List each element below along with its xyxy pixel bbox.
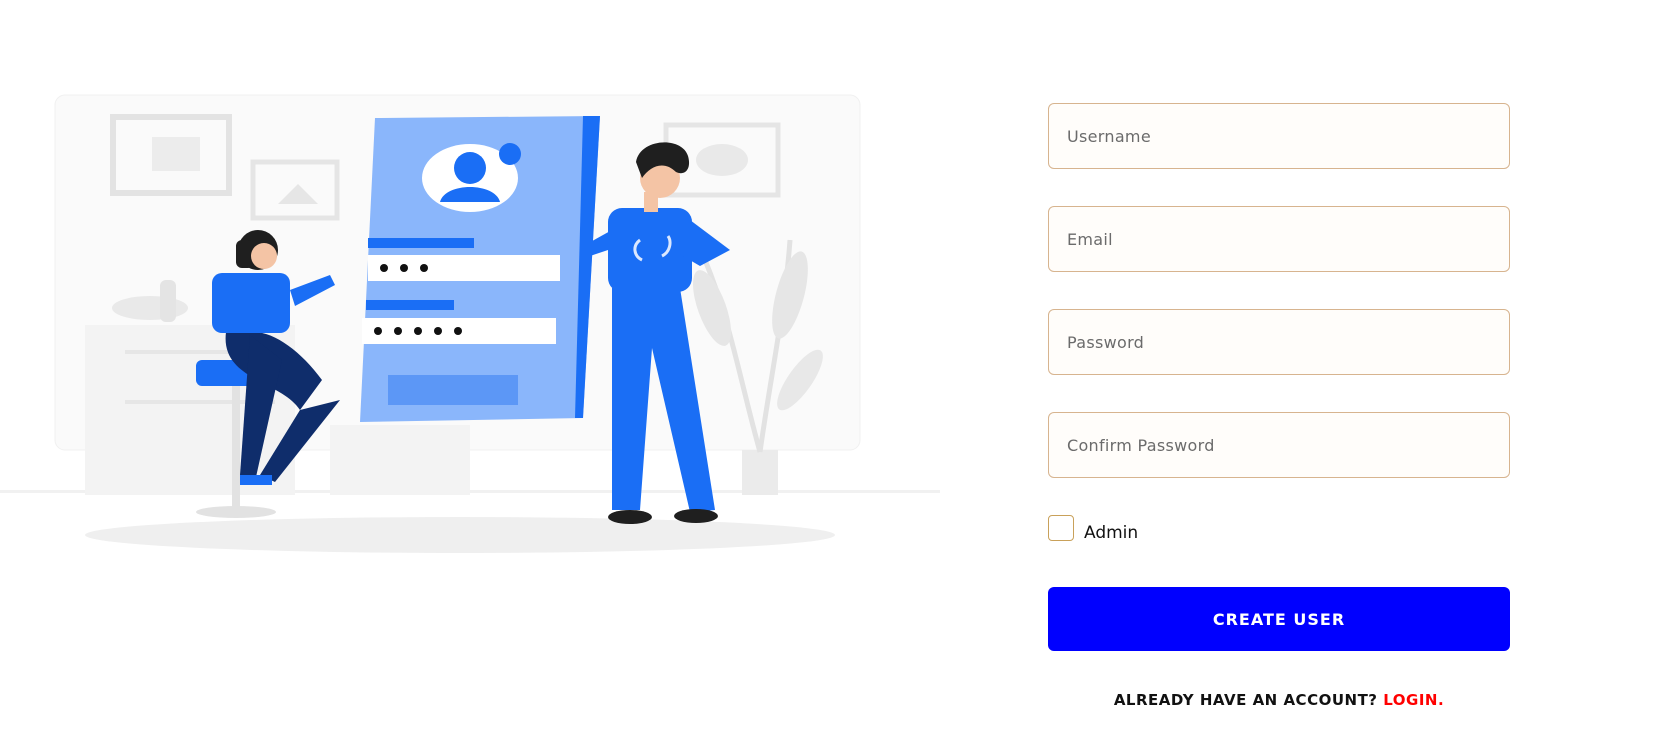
admin-label: Admin xyxy=(1084,523,1139,543)
create-user-button[interactable]: CREATE USER xyxy=(1048,587,1510,651)
admin-row: Admin xyxy=(1048,513,1510,543)
password-input[interactable] xyxy=(1048,309,1510,375)
login-prompt-text: ALREADY HAVE AN ACCOUNT? xyxy=(1113,691,1378,709)
create-user-form: Admin CREATE USER ALREADY HAVE AN ACCOUN… xyxy=(1048,103,1510,709)
email-input[interactable] xyxy=(1048,206,1510,272)
admin-checkbox[interactable] xyxy=(1048,515,1074,541)
username-input[interactable] xyxy=(1048,103,1510,169)
login-prompt: ALREADY HAVE AN ACCOUNT? LOGIN. xyxy=(1048,691,1510,709)
confirm-password-input[interactable] xyxy=(1048,412,1510,478)
signup-illustration xyxy=(0,80,940,600)
login-link[interactable]: LOGIN. xyxy=(1383,691,1444,709)
